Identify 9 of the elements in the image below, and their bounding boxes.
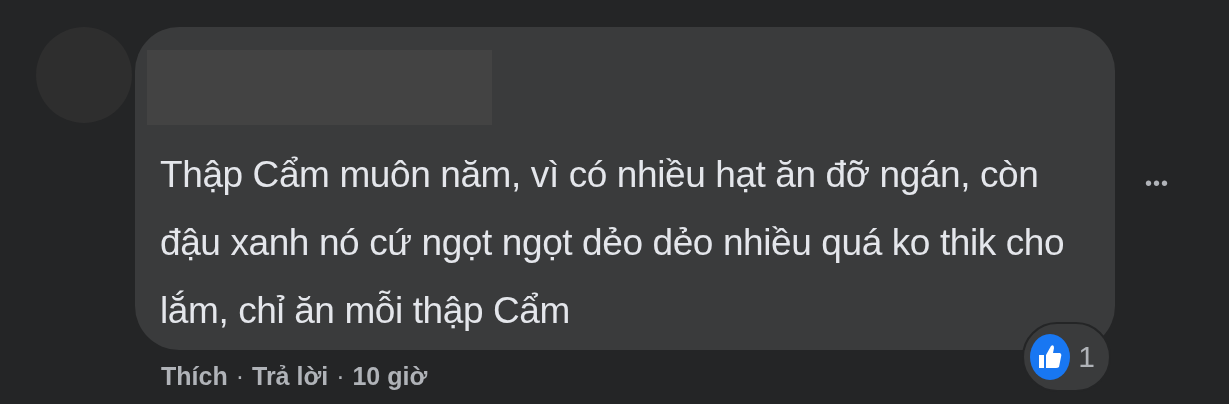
reaction-badge[interactable]: 1 <box>1022 322 1111 392</box>
timestamp: 10 giờ <box>352 362 428 391</box>
separator-dot: · <box>336 362 345 391</box>
reaction-count: 1 <box>1078 340 1095 374</box>
comment-action-link[interactable]: Trả lời <box>252 362 329 391</box>
more-options-button[interactable]: ••• <box>1145 172 1169 195</box>
separator-dot: · <box>235 362 244 391</box>
comment-action-link[interactable]: Thích <box>161 362 228 391</box>
thumbs-up-icon <box>1030 334 1071 380</box>
